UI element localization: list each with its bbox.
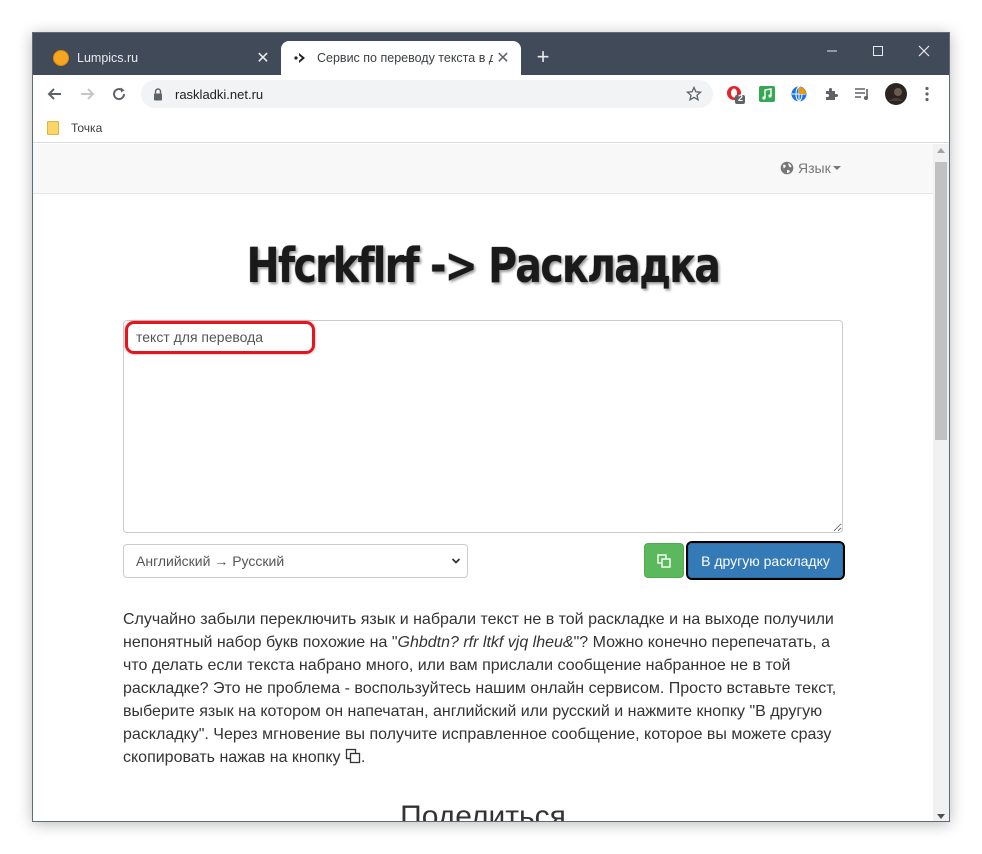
annotation-highlight (125, 321, 315, 354)
language-dropdown[interactable]: Язык (780, 160, 841, 176)
folder-icon (47, 121, 59, 135)
close-icon[interactable]: ✕ (253, 48, 273, 68)
vpn-extension-icon[interactable] (789, 84, 809, 104)
language-label: Язык (798, 160, 831, 176)
description-part: . (360, 749, 366, 766)
avatar[interactable] (885, 83, 907, 105)
copy-icon (657, 553, 671, 568)
bookmarks-bar: Точка (33, 113, 949, 143)
url-text[interactable]: raskladki.net.ru (175, 87, 683, 102)
tab-title: Lumpics.ru (77, 51, 139, 65)
tab-title: Сервис по переводу текста в др (317, 51, 493, 65)
copy-button[interactable] (644, 543, 684, 578)
opera-extension-icon[interactable]: 2 (725, 84, 745, 104)
minimize-icon[interactable] (809, 37, 855, 65)
site-navbar: Язык (33, 144, 933, 194)
share-heading: Поделиться (400, 800, 566, 822)
media-queue-icon[interactable] (853, 84, 873, 104)
tab-lumpics[interactable]: Lumpics.ru ✕ (41, 41, 281, 75)
extensions-puzzle-icon[interactable] (821, 84, 841, 104)
menu-dots-icon[interactable] (917, 84, 937, 104)
vertical-scrollbar[interactable] (933, 144, 949, 821)
bookmark-label: Точка (71, 121, 103, 135)
window-close-icon[interactable] (901, 37, 947, 65)
music-extension-icon[interactable] (757, 84, 777, 104)
close-icon[interactable]: ✕ (493, 48, 513, 68)
site-logo-title: Hfcrkflrf -> Раскладка (246, 238, 721, 294)
browser-toolbar: raskladki.net.ru 2 (33, 75, 949, 113)
bookmark-item[interactable]: Точка (47, 119, 102, 137)
page-viewport: Язык Hfcrkflrf -> Раскладка текст для пе… (33, 144, 933, 822)
scroll-up-icon[interactable] (937, 148, 945, 153)
chevron-down-icon (451, 558, 461, 564)
orange-circle-icon (53, 50, 69, 66)
globe-icon (780, 161, 794, 175)
reload-icon[interactable] (106, 81, 132, 107)
browser-window: Lumpics.ru ✕ Сервис по переводу текста в… (32, 32, 950, 822)
tab-raskladki[interactable]: Сервис по переводу текста в др ✕ (281, 41, 521, 75)
back-icon[interactable] (42, 81, 68, 107)
lock-icon[interactable] (153, 87, 165, 101)
forward-icon[interactable] (74, 81, 100, 107)
direction-select[interactable]: Английский → Русский (123, 544, 468, 578)
description-text: Случайно забыли переключить язык и набра… (123, 608, 843, 769)
extension-badge: 2 (738, 93, 744, 103)
new-tab-button[interactable]: + (533, 46, 553, 68)
description-part: "? Можно конечно перепечатать, а что дел… (123, 634, 837, 766)
arrow-logo-icon (293, 50, 309, 66)
caret-down-icon (832, 166, 841, 170)
tab-strip: Lumpics.ru ✕ Сервис по переводу текста в… (33, 33, 949, 75)
copy-icon (345, 748, 361, 764)
scroll-thumb[interactable] (935, 162, 947, 440)
scroll-down-icon[interactable] (937, 814, 945, 819)
convert-layout-button[interactable]: В другую раскладку (686, 541, 845, 580)
maximize-icon[interactable] (855, 37, 901, 65)
address-bar[interactable]: raskladki.net.ru (141, 80, 713, 108)
description-example: Ghbdtn? rfr ltkf vjq lheu& (397, 634, 574, 651)
bookmark-star-icon[interactable] (683, 83, 705, 105)
direction-select-value: Английский → Русский (136, 553, 285, 569)
